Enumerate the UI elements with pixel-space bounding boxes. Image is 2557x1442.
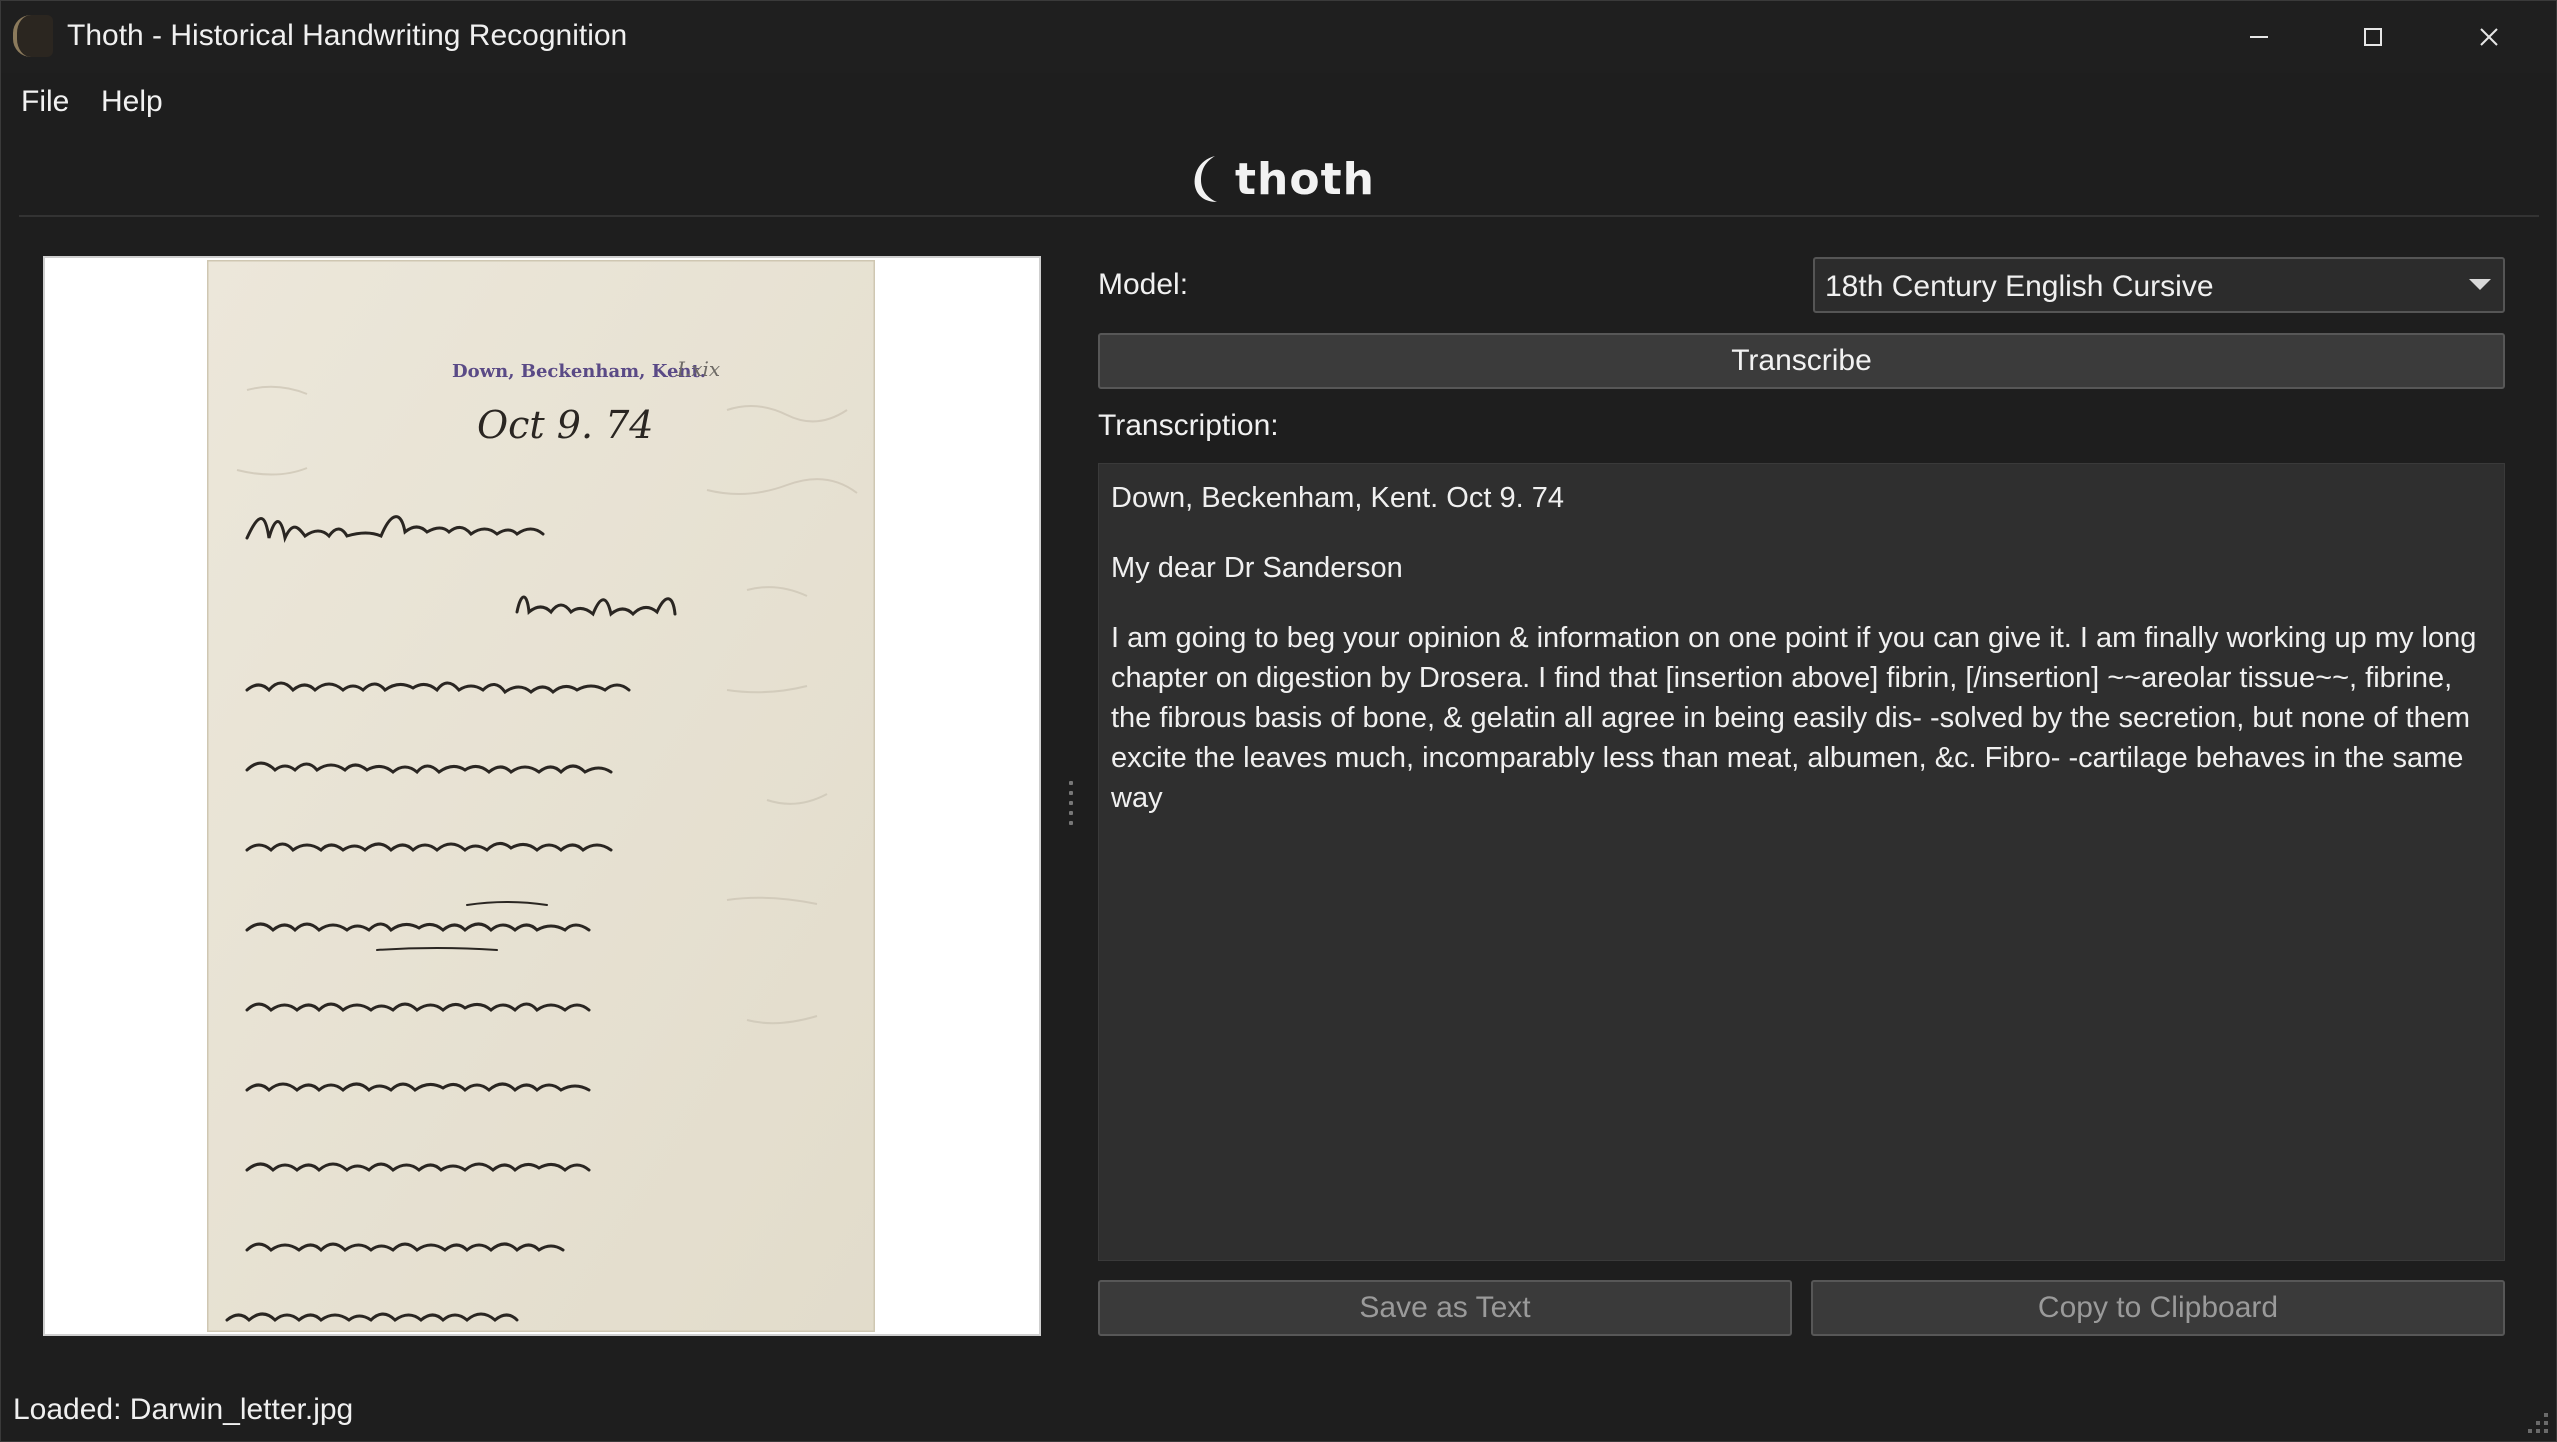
minimize-icon [2250,36,2268,38]
model-dropdown[interactable]: 18th Century English Cursive [1813,257,2505,313]
close-button[interactable] [2433,1,2545,73]
letterhead-text: Down, Beckenham, Kent. [452,361,706,382]
model-label: Model: [1098,268,1189,301]
maximize-button[interactable] [2317,1,2429,73]
app-logo: thoth [1191,149,1375,209]
status-bar-text: Loaded: Darwin_letter.jpg [13,1393,354,1426]
transcribe-button[interactable]: Transcribe [1098,333,2505,389]
model-dropdown-value: 18th Century English Cursive [1825,270,2214,303]
menu-file[interactable]: File [13,81,77,123]
pane-splitter[interactable] [1069,781,1075,825]
app-window: Thoth - Historical Handwriting Recogniti… [0,0,2557,1442]
header-divider [19,215,2539,217]
title-bar[interactable]: Thoth - Historical Handwriting Recogniti… [1,1,2556,73]
transcription-paragraph: My dear Dr Sanderson [1111,552,1403,584]
crescent-moon-icon [1194,156,1217,202]
transcription-label: Transcription: [1098,409,1279,442]
save-as-text-button[interactable]: Save as Text [1098,1280,1792,1336]
folio-mark: I.xix [676,357,720,381]
menu-help[interactable]: Help [93,81,171,123]
resize-grip-icon[interactable] [2522,1407,2550,1435]
close-icon [2480,28,2498,46]
document-image-pane[interactable]: Down, Beckenham, Kent. I.xix Oct 9. 74 [43,256,1041,1336]
thoth-app-icon [13,15,53,57]
chevron-down-icon [2469,279,2491,290]
letter-date: Oct 9. 74 [477,403,653,447]
copy-to-clipboard-button[interactable]: Copy to Clipboard [1811,1280,2505,1336]
minimize-button[interactable] [2203,1,2315,73]
transcription-paragraph: Down, Beckenham, Kent. Oct 9. 74 [1111,482,1564,514]
logo-text: thoth [1235,153,1375,205]
transcription-paragraph: I am going to beg your opinion & informa… [1111,622,2485,814]
handwritten-letter-image: Down, Beckenham, Kent. I.xix Oct 9. 74 [207,260,875,1332]
maximize-icon [2364,28,2382,46]
transcription-text-area[interactable]: Down, Beckenham, Kent. Oct 9. 74 My dear… [1098,463,2505,1261]
window-title: Thoth - Historical Handwriting Recogniti… [67,19,628,52]
menu-bar: File Help [1,73,2556,125]
